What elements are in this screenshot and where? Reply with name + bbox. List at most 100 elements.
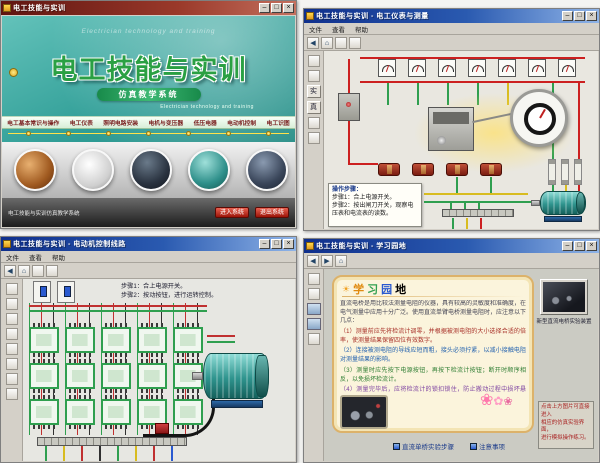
minimize-button[interactable]: – <box>259 239 270 249</box>
enter-system-button[interactable]: 进入系统 <box>215 207 249 218</box>
thumb-contactors[interactable] <box>246 149 288 191</box>
sim-canvas[interactable]: 操作步骤： 步骤1：合上电源开关。 步骤2：按出闸刀开关，观察电压表和电流表的读… <box>324 51 598 229</box>
nav-thumbnail[interactable] <box>307 318 321 330</box>
palette-icon[interactable] <box>308 132 320 144</box>
relay-block[interactable] <box>29 363 59 389</box>
exit-system-button[interactable]: 退出系统 <box>255 207 289 218</box>
menu-item-meters[interactable]: 电工仪表 <box>70 118 93 127</box>
maximize-button[interactable]: □ <box>574 241 585 251</box>
rheostat[interactable] <box>378 163 400 176</box>
menu-view[interactable]: 查看 <box>29 252 42 262</box>
menu-item-diagrams[interactable]: 电工识图 <box>267 118 290 127</box>
meter[interactable] <box>438 59 456 77</box>
nav-icon[interactable] <box>308 333 320 345</box>
zoom-icon[interactable] <box>32 265 44 277</box>
home-icon[interactable]: ⌂ <box>321 37 333 49</box>
motor[interactable] <box>203 353 283 409</box>
meter[interactable] <box>528 59 546 77</box>
close-button[interactable]: × <box>586 241 597 251</box>
fuse[interactable] <box>548 159 556 185</box>
palette-meter-icon[interactable] <box>6 373 18 385</box>
relay-block[interactable] <box>137 363 167 389</box>
palette-breaker-icon[interactable] <box>6 283 18 295</box>
nav-thumbnail[interactable] <box>307 303 321 315</box>
rheostat[interactable] <box>480 163 502 176</box>
home-icon[interactable]: ⌂ <box>335 255 347 267</box>
thumb-wires[interactable] <box>14 149 56 191</box>
relay-block[interactable] <box>137 327 167 353</box>
relay-block[interactable] <box>65 399 95 425</box>
palette-button-icon[interactable] <box>6 328 18 340</box>
menu-file[interactable]: 文件 <box>6 252 19 262</box>
power-switch[interactable] <box>338 93 360 121</box>
relay-block[interactable] <box>29 327 59 353</box>
meter[interactable] <box>558 59 576 77</box>
settings-icon[interactable] <box>46 265 58 277</box>
relay-block[interactable] <box>65 363 95 389</box>
maximize-button[interactable]: □ <box>271 3 282 13</box>
palette-icon[interactable] <box>308 55 320 67</box>
menu-item-lowvoltage[interactable]: 低压电器 <box>194 118 217 127</box>
maximize-button[interactable]: □ <box>271 239 282 249</box>
menu-help[interactable]: 帮助 <box>355 24 368 34</box>
circuit-breaker[interactable] <box>57 281 75 303</box>
relay-block[interactable] <box>29 399 59 425</box>
mode-physical-button[interactable]: 实 <box>307 85 321 98</box>
relay-block[interactable] <box>65 327 95 353</box>
palette-contactor-icon[interactable] <box>6 298 18 310</box>
back-icon[interactable]: ◀ <box>307 37 319 49</box>
nav-icon[interactable] <box>308 273 320 285</box>
terminal-strip[interactable] <box>37 437 187 446</box>
meter[interactable] <box>468 59 486 77</box>
minimize-button[interactable]: – <box>562 241 573 251</box>
terminal-component[interactable] <box>155 423 169 434</box>
palette-motor-icon[interactable] <box>6 343 18 355</box>
thumb-components[interactable] <box>130 149 172 191</box>
relay-block[interactable] <box>101 363 131 389</box>
menu-view[interactable]: 查看 <box>332 24 345 34</box>
contactor[interactable] <box>428 107 474 151</box>
fuse[interactable] <box>561 159 569 185</box>
meter[interactable] <box>498 59 516 77</box>
minimize-button[interactable]: – <box>562 11 573 21</box>
titlebar[interactable]: 电工技能与实训 - 学习园地 –□× <box>304 239 599 253</box>
meter[interactable] <box>378 59 396 77</box>
menu-item-basics[interactable]: 电工基本常识与操作 <box>7 118 59 127</box>
close-button[interactable]: × <box>283 239 294 249</box>
palette-misc-icon[interactable] <box>6 388 18 400</box>
forward-icon[interactable]: ▶ <box>321 255 333 267</box>
link-precautions[interactable]: 注意事项 <box>470 441 505 451</box>
palette-relay-icon[interactable] <box>6 313 18 325</box>
magnifier-view[interactable] <box>510 89 568 147</box>
menu-item-lighting[interactable]: 照明电路安装 <box>103 118 138 127</box>
menu-help[interactable]: 帮助 <box>52 252 65 262</box>
relay-block[interactable] <box>101 327 131 353</box>
palette-wire-icon[interactable] <box>6 358 18 370</box>
sim-canvas[interactable]: 步骤1：合上电源开关。 步骤2：按动按钮，进行运转控制。 <box>23 279 295 461</box>
relay-block[interactable] <box>173 327 203 353</box>
settings-icon[interactable] <box>349 37 361 49</box>
menu-file[interactable]: 文件 <box>309 24 322 34</box>
titlebar[interactable]: 电工技能与实训 - 电工仪表与测量 –□× <box>304 9 599 23</box>
terminal-strip[interactable] <box>442 209 514 217</box>
menu-item-motors[interactable]: 电机与变压器 <box>148 118 183 127</box>
palette-icon[interactable] <box>308 70 320 82</box>
mode-real-button[interactable]: 真 <box>307 101 321 114</box>
nav-icon[interactable] <box>308 288 320 300</box>
meter[interactable] <box>408 59 426 77</box>
device-photo[interactable] <box>540 279 588 315</box>
rheostat[interactable] <box>446 163 468 176</box>
home-icon[interactable]: ⌂ <box>18 265 30 277</box>
menu-item-motorcontrol[interactable]: 电动机控制 <box>227 118 256 127</box>
titlebar[interactable]: 电工技能与实训 - 电动机控制线路 –□× <box>1 237 296 251</box>
link-experiment-steps[interactable]: 直流单桥实验步骤 <box>393 441 454 451</box>
rheostat[interactable] <box>412 163 434 176</box>
minimize-button[interactable]: – <box>259 3 270 13</box>
print-icon[interactable] <box>335 37 347 49</box>
motor[interactable] <box>540 191 590 223</box>
back-icon[interactable]: ◀ <box>307 255 319 267</box>
fuse[interactable] <box>574 159 582 185</box>
maximize-button[interactable]: □ <box>574 11 585 21</box>
circuit-breaker[interactable] <box>33 281 51 303</box>
thumb-meter[interactable] <box>72 149 114 191</box>
